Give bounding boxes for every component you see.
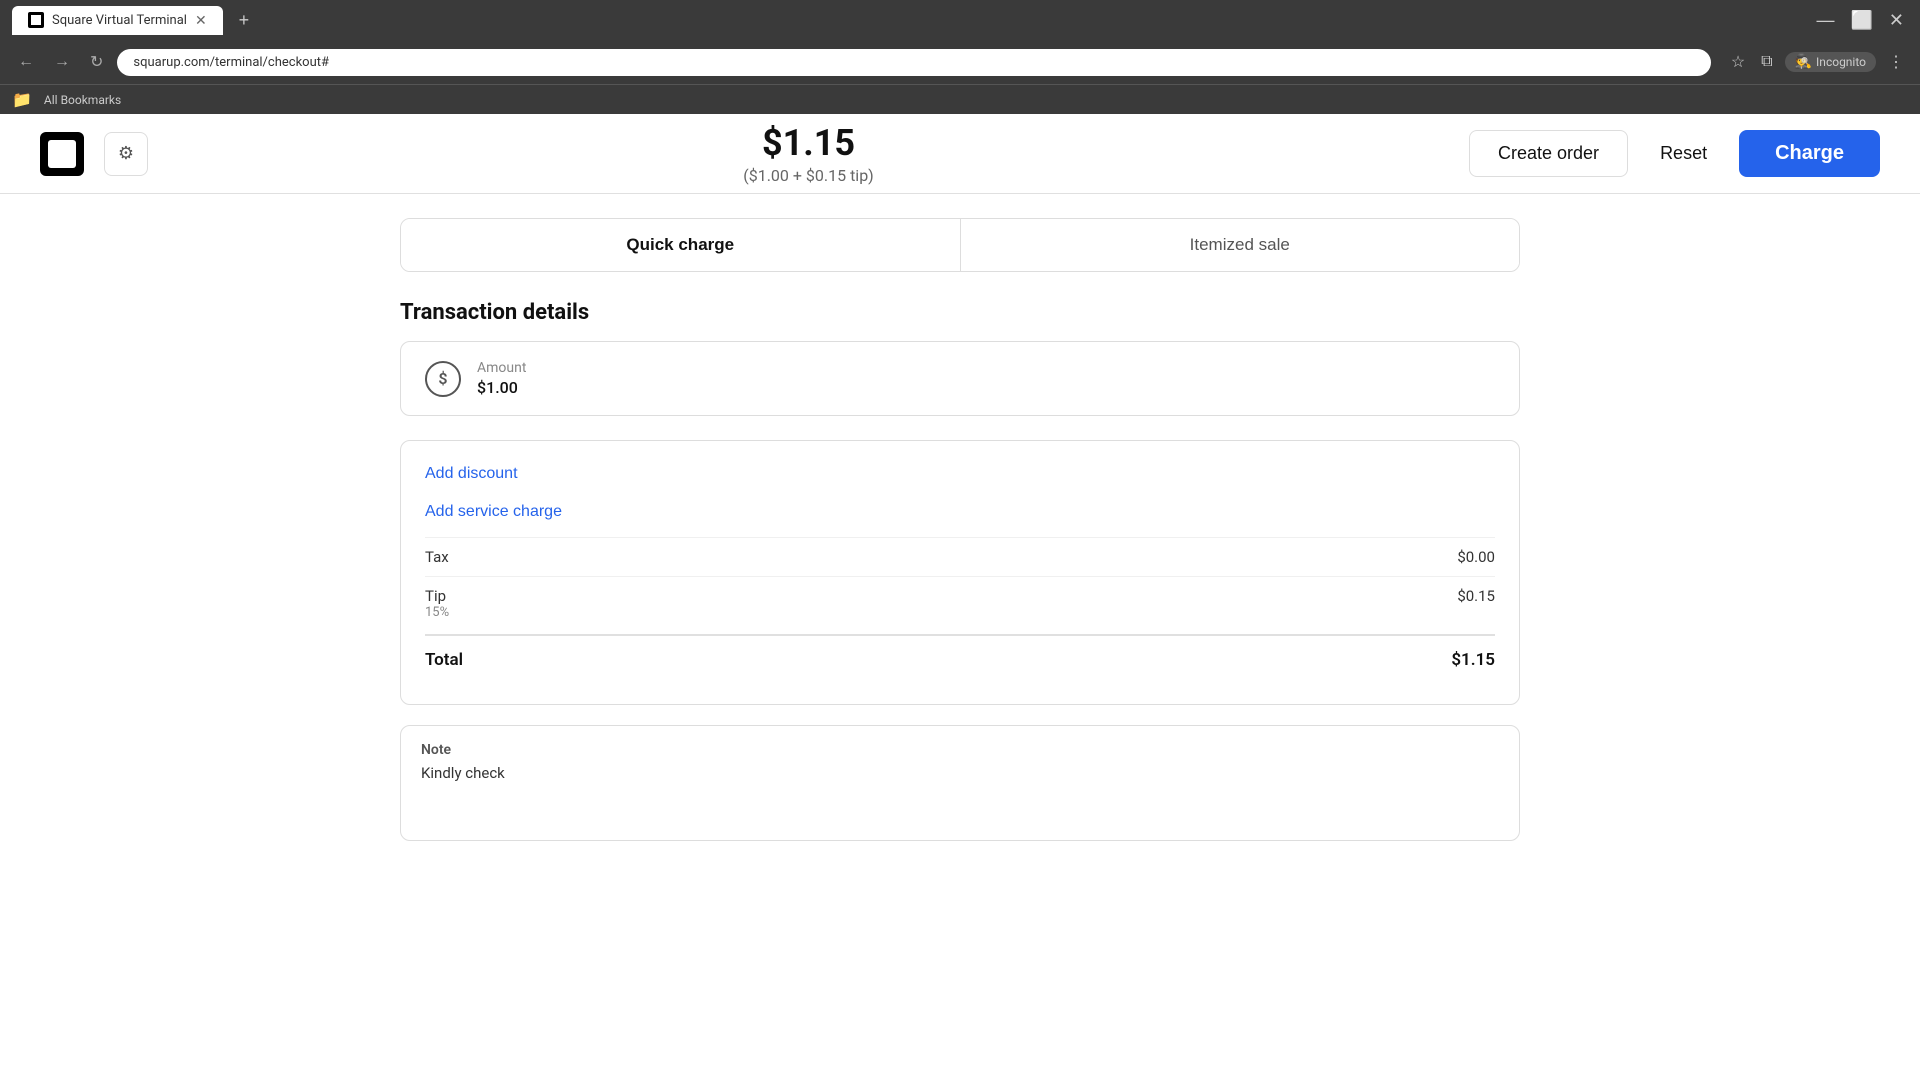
browser-nav: ← → ↻ squarup.com/terminal/checkout# ☆ ⧉… (0, 40, 1920, 84)
tax-value: $0.00 (1457, 548, 1495, 566)
bookmarks-bar: 📁 All Bookmarks (0, 84, 1920, 114)
app-container: ⚙ $1.15 ($1.00 + $0.15 tip) Create order… (0, 114, 1920, 1080)
browser-titlebar: Square Virtual Terminal ✕ + — ⬜ ✕ (0, 0, 1920, 40)
section-title: Transaction details (400, 300, 1520, 325)
tip-value: $0.15 (1457, 587, 1495, 605)
bookmark-star-button[interactable]: ☆ (1727, 48, 1749, 76)
amount-value: $1.00 (477, 378, 526, 397)
tab-quick-charge[interactable]: Quick charge (401, 219, 961, 271)
maximize-button[interactable]: ⬜ (1846, 6, 1876, 35)
split-view-button[interactable]: ⧉ (1757, 49, 1776, 75)
total-label: Total (425, 650, 463, 670)
close-window-button[interactable]: ✕ (1885, 6, 1908, 35)
app-logo-inner (48, 140, 76, 168)
add-service-charge-button[interactable]: Add service charge (425, 499, 562, 525)
tab-title: Square Virtual Terminal (52, 13, 187, 28)
reset-button[interactable]: Reset (1644, 131, 1723, 176)
tab-favicon (28, 12, 44, 28)
tabs-container: Quick charge Itemized sale (400, 218, 1520, 272)
tip-label-group: Tip 15% (425, 587, 449, 620)
nav-right: ☆ ⧉ 🕵 Incognito ⋮ (1727, 48, 1908, 76)
tip-label: Tip (425, 587, 449, 605)
note-text: Kindly check (421, 764, 1499, 824)
address-text: squarup.com/terminal/checkout# (133, 55, 329, 70)
minimize-button[interactable]: — (1812, 6, 1838, 35)
amount-card[interactable]: $ Amount $1.00 (400, 341, 1520, 416)
create-order-button[interactable]: Create order (1469, 130, 1628, 177)
header-actions: Create order Reset Charge (1469, 130, 1880, 177)
add-discount-button[interactable]: Add discount (425, 461, 518, 487)
settings-button[interactable]: ⚙ (104, 132, 148, 176)
gear-icon: ⚙ (118, 143, 134, 164)
reload-button[interactable]: ↻ (84, 48, 109, 76)
new-tab-button[interactable]: + (231, 6, 258, 35)
dollar-icon: $ (425, 361, 461, 397)
bookmarks-folder-icon: 📁 (12, 90, 32, 109)
app-header: ⚙ $1.15 ($1.00 + $0.15 tip) Create order… (0, 114, 1920, 194)
forward-button[interactable]: → (48, 49, 76, 75)
browser-tab[interactable]: Square Virtual Terminal ✕ (12, 6, 223, 35)
total-value: $1.15 (1451, 650, 1495, 670)
header-amount: $1.15 (148, 122, 1469, 164)
amount-info: Amount $1.00 (477, 360, 526, 397)
header-center: $1.15 ($1.00 + $0.15 tip) (148, 122, 1469, 185)
charges-card: Add discount Add service charge Tax $0.0… (400, 440, 1520, 705)
incognito-label: Incognito (1816, 55, 1866, 69)
main-content: Quick charge Itemized sale Transaction d… (0, 194, 1920, 1080)
tip-row: Tip 15% $0.15 (425, 576, 1495, 630)
tax-row: Tax $0.00 (425, 537, 1495, 576)
total-row: Total $1.15 (425, 634, 1495, 684)
tip-percent: 15% (425, 605, 449, 620)
app-logo (40, 132, 84, 176)
tab-close-button[interactable]: ✕ (195, 12, 207, 29)
address-bar[interactable]: squarup.com/terminal/checkout# (117, 49, 1710, 76)
charge-button[interactable]: Charge (1739, 130, 1880, 177)
note-card[interactable]: Note Kindly check (400, 725, 1520, 841)
browser-chrome: Square Virtual Terminal ✕ + — ⬜ ✕ ← → ↻ … (0, 0, 1920, 114)
header-subtitle: ($1.00 + $0.15 tip) (148, 166, 1469, 185)
note-label: Note (421, 742, 1499, 758)
tab-itemized-sale[interactable]: Itemized sale (961, 219, 1520, 271)
all-bookmarks-link[interactable]: All Bookmarks (36, 91, 129, 109)
tax-label: Tax (425, 548, 449, 566)
amount-label: Amount (477, 360, 526, 376)
incognito-badge: 🕵 Incognito (1785, 52, 1876, 72)
back-button[interactable]: ← (12, 49, 40, 75)
menu-button[interactable]: ⋮ (1884, 48, 1908, 76)
